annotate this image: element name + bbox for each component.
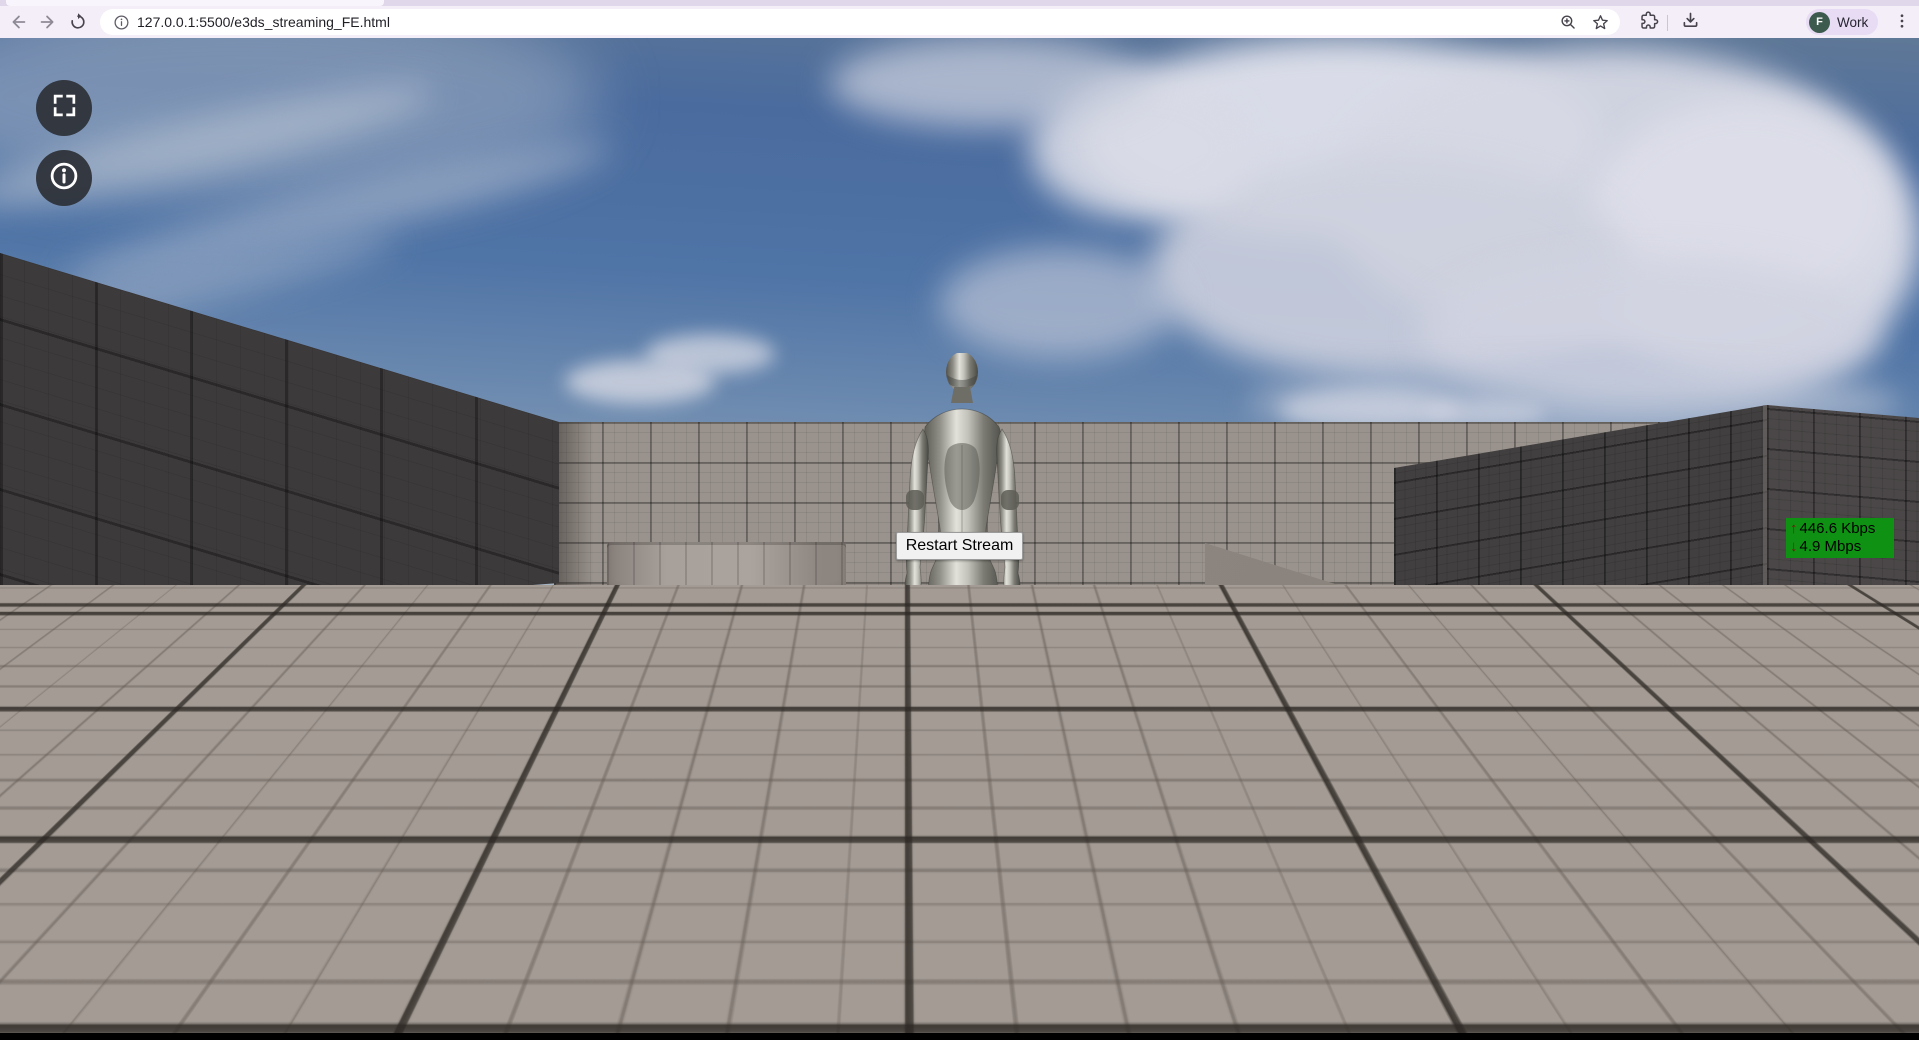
kebab-menu-icon [1893,12,1911,35]
bottom-letterbox [0,1033,1919,1040]
download-icon [1680,10,1701,36]
extensions-button[interactable] [1635,10,1661,36]
bookmark-star-icon[interactable] [1588,10,1612,34]
info-button[interactable] [36,150,92,206]
cloud [645,334,775,374]
browser-menu-button[interactable] [1889,10,1915,36]
cloud [940,248,1180,358]
stream-video[interactable]: Restart Stream ↑ 446.6 Kbps ↓ 4.9 Mbps [0,38,1919,1033]
cloud [830,38,1150,128]
toolbar-divider [1667,15,1668,31]
download-bitrate-value: 4.9 Mbps [1799,538,1862,555]
profile-avatar: F [1809,11,1830,33]
info-icon [49,161,79,196]
upload-arrow-icon: ↑ [1790,520,1798,537]
fullscreen-button[interactable] [36,80,92,136]
puzzle-piece-icon [1638,10,1659,36]
arrow-left-icon [7,11,29,33]
downloads-button[interactable] [1677,10,1703,36]
back-button[interactable] [3,7,33,37]
profile-label: Work [1837,14,1869,30]
forward-button[interactable] [33,7,63,37]
upload-bitrate-row: ↑ 446.6 Kbps [1790,520,1890,538]
restart-stream-button[interactable]: Restart Stream [896,532,1023,560]
wifi-status-icon [99,917,143,953]
download-arrow-icon: ↓ [1790,538,1798,555]
reload-icon [68,12,88,32]
site-info-icon[interactable] [112,13,130,31]
zoom-icon[interactable] [1556,10,1580,34]
browser-toolbar: 127.0.0.1:5500/e3ds_streaming_FE.html F … [0,6,1919,38]
browser-window: 127.0.0.1:5500/e3ds_streaming_FE.html F … [0,0,1919,1040]
profile-chip[interactable]: F Work [1806,9,1879,35]
reload-button[interactable] [63,7,93,37]
mannequin-character [904,353,1021,792]
upload-bitrate-value: 446.6 Kbps [1799,520,1876,537]
fullscreen-icon [51,92,78,124]
download-bitrate-row: ↓ 4.9 Mbps [1790,538,1890,556]
address-bar[interactable]: 127.0.0.1:5500/e3ds_streaming_FE.html [100,9,1620,35]
arrow-right-icon [37,11,59,33]
bitrate-stats-badge: ↑ 446.6 Kbps ↓ 4.9 Mbps [1786,518,1894,558]
right-block-corner-edge [1763,405,1767,701]
url-text: 127.0.0.1:5500/e3ds_streaming_FE.html [137,14,390,30]
